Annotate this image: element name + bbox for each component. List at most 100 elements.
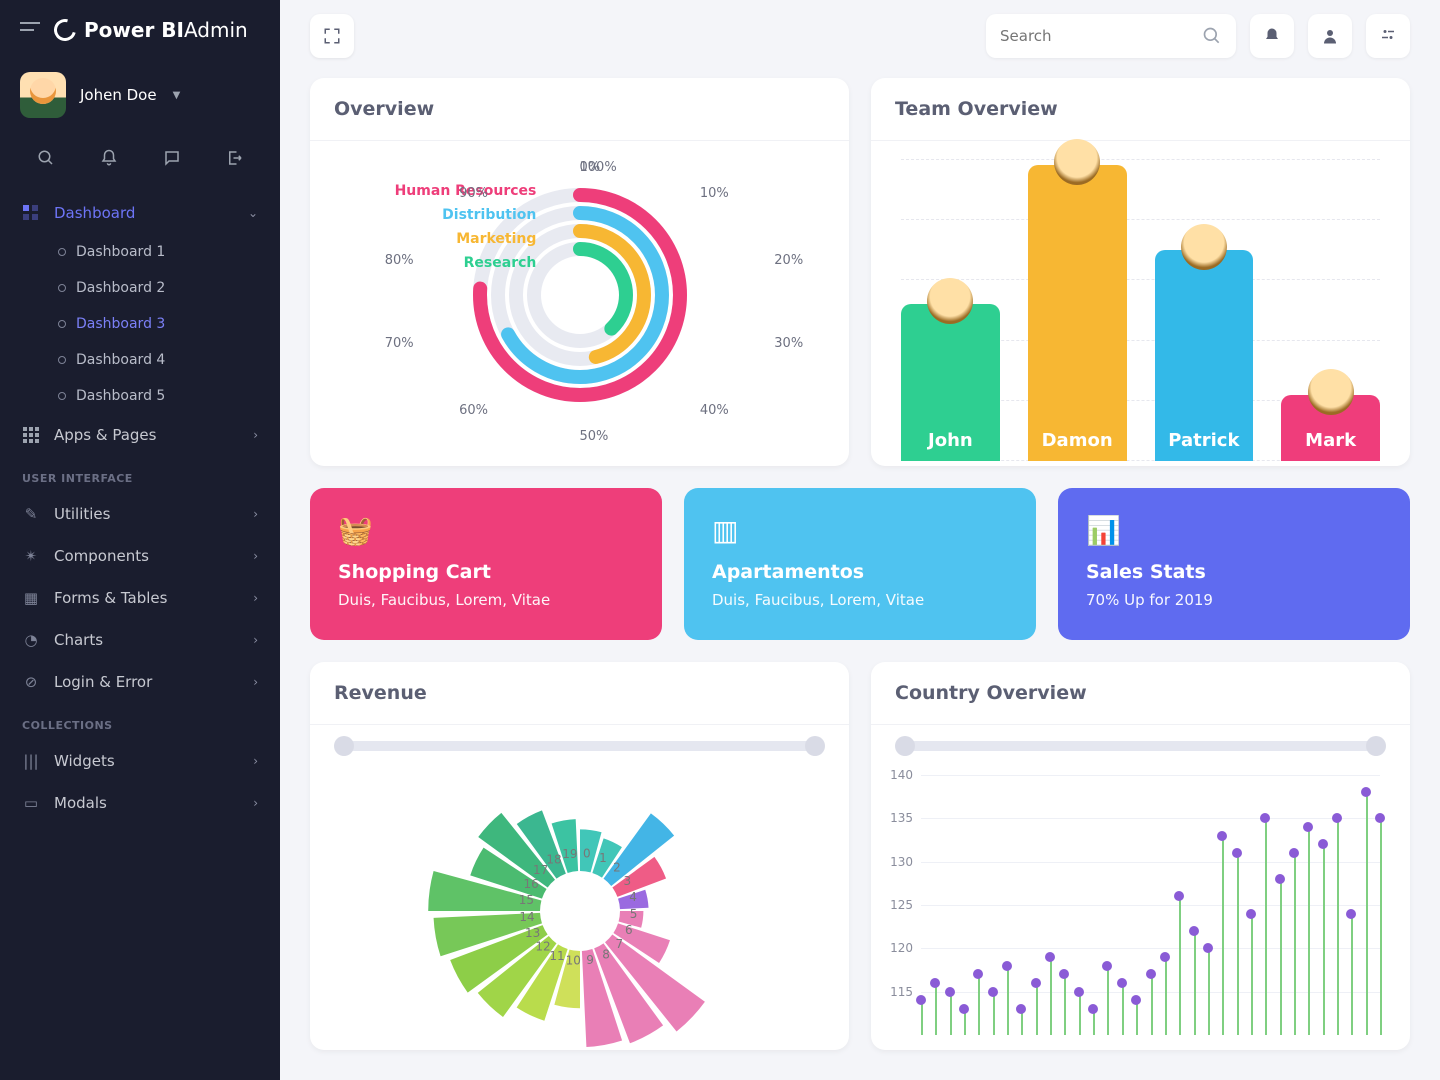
sidebar-subitem-dashboard-4[interactable]: Dashboard 4 — [58, 342, 280, 378]
sidebar-item-widgets[interactable]: ||| Widgets › — [0, 740, 280, 782]
nav-icon: ||| — [22, 752, 40, 770]
svg-text:10: 10 — [565, 953, 580, 967]
bar-label: John — [928, 430, 973, 451]
chevron-right-icon: › — [253, 796, 258, 810]
main: Overview Human ResourcesDistributionMark… — [280, 0, 1440, 1080]
logout-icon[interactable] — [225, 148, 245, 168]
topbar — [280, 0, 1440, 72]
legend-item: Distribution — [442, 207, 536, 223]
svg-text:1: 1 — [599, 851, 607, 865]
y-tick: 120 — [890, 941, 913, 955]
user-row[interactable]: Johen Doe ▼ — [0, 60, 280, 130]
card-team: Team Overview JohnDamonPatrickMark — [871, 78, 1410, 466]
revenue-chart: 012345678910111213141516171819 — [310, 725, 849, 1045]
card-revenue: Revenue 012345678910111213141516171819 — [310, 662, 849, 1050]
svg-text:5: 5 — [629, 906, 637, 920]
avatar-icon — [927, 278, 973, 324]
card-country: Country Overview 140135130125120115 — [871, 662, 1410, 1050]
team-bar-patrick: Patrick — [1155, 250, 1254, 461]
sidebar-item-login-error[interactable]: ⊘Login & Error› — [0, 661, 280, 703]
sidebar-item-modals[interactable]: ▭Modals› — [0, 782, 280, 824]
svg-text:13: 13 — [525, 926, 540, 940]
quick-icons — [0, 130, 280, 186]
sidebar-subitem-dashboard-3[interactable]: Dashboard 3 — [58, 306, 280, 342]
sidebar-item-charts[interactable]: ◔Charts› — [0, 619, 280, 661]
sidebar-item-dashboard[interactable]: Dashboard ⌄ — [0, 192, 280, 234]
sidebar-item-label: Dashboard — [54, 204, 135, 222]
tick-label: 90% — [459, 186, 488, 201]
svg-text:9: 9 — [586, 953, 594, 967]
brand-name: Power BI — [84, 18, 184, 42]
logo-row: Power BIAdmin — [0, 0, 280, 60]
sidebar-item-components[interactable]: ✴Components› — [0, 535, 280, 577]
tick-label: 10% — [700, 186, 729, 201]
profile-button[interactable] — [1308, 14, 1352, 58]
search-icon[interactable] — [36, 148, 56, 168]
brand-logo[interactable]: Power BIAdmin — [54, 18, 248, 42]
svg-text:19: 19 — [562, 847, 577, 861]
tick-label: 100% — [580, 160, 617, 175]
tile-subtitle: 70% Up for 2019 — [1086, 591, 1382, 609]
team-chart: John Damon Patrick Mark — [871, 141, 1410, 461]
bar-label: Patrick — [1168, 430, 1239, 451]
polar-svg: 012345678910111213141516171819 — [380, 731, 780, 1050]
sidebar-item-apps[interactable]: Apps & Pages › — [0, 414, 280, 456]
tick-label: 80% — [385, 253, 414, 268]
tiles-row: 🧺Shopping CartDuis, Faucibus, Lorem, Vit… — [310, 488, 1410, 640]
sidebar-item-forms-tables[interactable]: ▦Forms & Tables› — [0, 577, 280, 619]
chevron-right-icon: › — [253, 507, 258, 521]
y-tick: 135 — [890, 811, 913, 825]
tile-subtitle: Duis, Faucibus, Lorem, Vitae — [338, 591, 634, 609]
range-slider[interactable] — [901, 741, 1380, 751]
chevron-right-icon: › — [253, 591, 258, 605]
avatar-icon — [1181, 224, 1227, 270]
sidebar-subitem-dashboard-1[interactable]: Dashboard 1 — [58, 234, 280, 270]
chat-icon[interactable] — [162, 148, 182, 168]
bell-icon[interactable] — [99, 148, 119, 168]
tile-title: Shopping Cart — [338, 561, 634, 583]
tile-sales-stats[interactable]: 📊Sales Stats70% Up for 2019 — [1058, 488, 1410, 640]
tick-label: 60% — [459, 403, 488, 418]
nav: Dashboard ⌄ Dashboard 1Dashboard 2Dashbo… — [0, 186, 280, 830]
svg-text:15: 15 — [518, 893, 533, 907]
chevron-right-icon: › — [253, 549, 258, 563]
y-tick: 125 — [890, 898, 913, 912]
search-icon[interactable] — [1202, 26, 1222, 46]
svg-text:8: 8 — [602, 947, 610, 961]
svg-text:14: 14 — [519, 910, 534, 924]
tick-label: 50% — [580, 429, 609, 444]
sidebar-item-label: Modals — [54, 794, 107, 812]
team-bar-damon: Damon — [1028, 165, 1127, 461]
settings-button[interactable] — [1366, 14, 1410, 58]
sidebar-subitem-dashboard-5[interactable]: Dashboard 5 — [58, 378, 280, 414]
tile-shopping-cart[interactable]: 🧺Shopping CartDuis, Faucibus, Lorem, Vit… — [310, 488, 662, 640]
svg-text:0: 0 — [582, 846, 590, 860]
svg-text:4: 4 — [629, 889, 637, 903]
brand-suffix: Admin — [184, 18, 248, 42]
tick-label: 40% — [700, 403, 729, 418]
sidebar: Power BIAdmin Johen Doe ▼ Dashboard ⌄ Da… — [0, 0, 280, 1080]
sidebar-item-label: Apps & Pages — [54, 426, 156, 444]
sidebar-item-utilities[interactable]: ✎Utilities› — [0, 493, 280, 535]
tile-apartamentos[interactable]: ▥ApartamentosDuis, Faucibus, Lorem, Vita… — [684, 488, 1036, 640]
fullscreen-button[interactable] — [310, 14, 354, 58]
svg-text:3: 3 — [623, 874, 631, 888]
team-bar-mark: Mark — [1281, 395, 1380, 461]
dashboard-submenu: Dashboard 1Dashboard 2Dashboard 3Dashboa… — [0, 234, 280, 414]
nav-icon: ✴ — [22, 547, 40, 565]
logo-icon — [50, 15, 80, 45]
search-wrap — [986, 14, 1236, 58]
sidebar-item-label: Forms & Tables — [54, 589, 167, 607]
svg-text:11: 11 — [549, 948, 564, 962]
legend-item: Research — [464, 255, 537, 271]
sidebar-subitem-dashboard-2[interactable]: Dashboard 2 — [58, 270, 280, 306]
notifications-button[interactable] — [1250, 14, 1294, 58]
content: Overview Human ResourcesDistributionMark… — [280, 72, 1440, 1080]
avatar-icon — [1054, 139, 1100, 185]
tile-icon: 📊 — [1086, 514, 1121, 547]
sidebar-item-label: Widgets — [54, 752, 115, 770]
menu-icon[interactable] — [20, 22, 44, 38]
search-input[interactable] — [1000, 27, 1202, 45]
chevron-right-icon: › — [253, 754, 258, 768]
svg-text:2: 2 — [613, 860, 621, 874]
